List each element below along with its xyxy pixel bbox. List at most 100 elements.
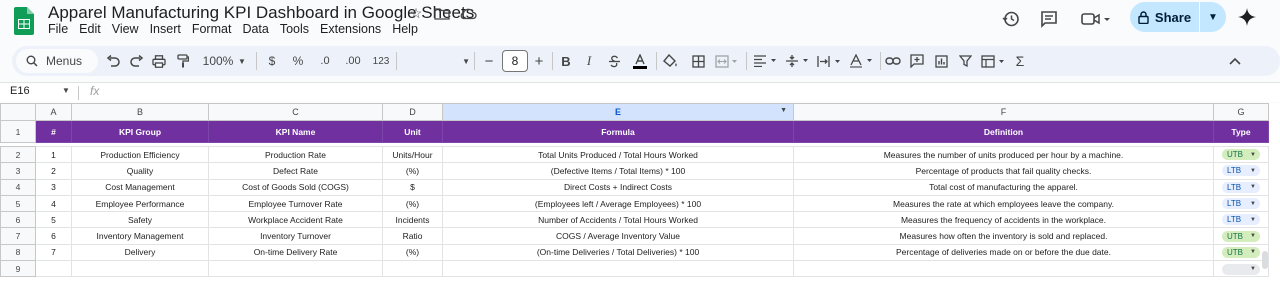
cell-kpi-group[interactable]: Employee Performance	[71, 194, 209, 213]
cell-empty[interactable]	[382, 260, 443, 278]
cell-type[interactable]: UTB ▼	[1213, 243, 1269, 262]
cell-kpi-group[interactable]: Safety	[71, 211, 209, 229]
format-percent-button[interactable]: %	[290, 51, 306, 71]
font-size-input[interactable]: 8	[502, 50, 528, 72]
increase-decimal-button[interactable]: .00	[342, 51, 364, 71]
vertical-scrollbar-thumb[interactable]	[1262, 251, 1268, 269]
cell-empty[interactable]	[442, 260, 794, 278]
column-header-g[interactable]: G	[1213, 103, 1269, 121]
cell-kpi-name[interactable]: Inventory Turnover	[208, 227, 383, 245]
row-header-5[interactable]: 5	[0, 194, 36, 213]
cell-definition[interactable]: Percentage of deliveries made on or befo…	[793, 243, 1214, 262]
search-menus-button[interactable]: Menus	[16, 49, 98, 73]
header-cell-unit[interactable]: Unit	[382, 120, 443, 143]
cell-formula[interactable]: Direct Costs + Indirect Costs	[442, 178, 794, 196]
cell-empty[interactable]	[793, 260, 1214, 278]
move-folder-icon[interactable]	[432, 5, 452, 21]
type-dropdown-chip[interactable]: UTB ▼	[1222, 246, 1260, 258]
vertical-align-icon[interactable]	[784, 51, 812, 71]
type-dropdown-chip[interactable]: LTB ▼	[1222, 198, 1260, 210]
row-header-7[interactable]: 7	[0, 227, 36, 245]
row-header-8[interactable]: 8	[0, 243, 36, 262]
paint-format-icon[interactable]	[174, 51, 192, 71]
type-dropdown-chip[interactable]: UTB ▼	[1222, 230, 1260, 242]
column-header-f[interactable]: F	[793, 103, 1214, 121]
cell-kpi-name[interactable]: Workplace Accident Rate	[208, 211, 383, 229]
cell-number[interactable]: 5	[35, 211, 72, 229]
cell-unit[interactable]: Ratio	[382, 227, 443, 245]
menu-view[interactable]: View	[112, 22, 144, 36]
increase-font-size-button[interactable]: +	[532, 51, 546, 71]
filter-icon[interactable]	[956, 51, 974, 71]
text-rotation-icon[interactable]	[848, 51, 876, 71]
column-header-e[interactable]: E ▼	[442, 103, 794, 121]
filter-views-icon[interactable]	[980, 51, 1008, 71]
cell-formula[interactable]: (Defective Items / Total Items) * 100	[442, 162, 794, 180]
cell-type[interactable]: UTB ▼	[1213, 227, 1269, 245]
fill-color-icon[interactable]	[662, 51, 678, 71]
share-button[interactable]: Share ▼	[1130, 2, 1226, 32]
cell-kpi-name[interactable]: Production Rate	[208, 145, 383, 164]
cell-formula[interactable]: (Employees left / Average Employees) * 1…	[442, 194, 794, 213]
cell-number[interactable]: 3	[35, 178, 72, 196]
font-family-select[interactable]: ▼	[400, 51, 470, 71]
zoom-caret-icon[interactable]: ▼	[236, 51, 248, 71]
menu-insert[interactable]: Insert	[150, 22, 186, 36]
row-header-2[interactable]: 2	[0, 145, 36, 164]
redo-icon[interactable]	[128, 51, 146, 71]
cell-definition[interactable]: Measures how often the inventory is sold…	[793, 227, 1214, 245]
cell-number[interactable]: 4	[35, 194, 72, 213]
cell-empty[interactable]	[208, 260, 383, 278]
cell-kpi-name[interactable]: Employee Turnover Rate	[208, 194, 383, 213]
cell-kpi-group[interactable]: Quality	[71, 162, 209, 180]
insert-link-icon[interactable]	[884, 51, 902, 71]
cell-kpi-group[interactable]: Delivery	[71, 243, 209, 262]
menu-file[interactable]: File	[48, 22, 73, 36]
column-menu-caret-icon[interactable]: ▼	[780, 107, 787, 114]
cell-unit[interactable]: $	[382, 178, 443, 196]
cell-kpi-group[interactable]: Production Efficiency	[71, 145, 209, 164]
borders-icon[interactable]	[690, 51, 706, 71]
type-dropdown-chip[interactable]: ▼	[1222, 263, 1260, 275]
cell-definition[interactable]: Measures the frequency of accidents in t…	[793, 211, 1214, 229]
cell-unit[interactable]: Units/Hour	[382, 145, 443, 164]
cell-kpi-name[interactable]: Defect Rate	[208, 162, 383, 180]
column-header-b[interactable]: B	[71, 103, 209, 121]
header-cell-number[interactable]: #	[35, 120, 72, 143]
horizontal-align-icon[interactable]	[752, 51, 780, 71]
row-header-4[interactable]: 4	[0, 178, 36, 196]
gemini-sparkle-icon[interactable]	[1238, 8, 1256, 26]
sheets-logo-icon[interactable]	[14, 7, 34, 35]
select-all-corner[interactable]	[0, 103, 36, 121]
print-icon[interactable]	[150, 51, 168, 71]
share-options-caret-icon[interactable]: ▼	[1200, 12, 1226, 23]
column-header-a[interactable]: A	[35, 103, 72, 121]
star-icon[interactable]: ☆	[406, 5, 426, 21]
decrease-font-size-button[interactable]: −	[482, 51, 496, 71]
cell-kpi-group[interactable]: Inventory Management	[71, 227, 209, 245]
cell-type[interactable]: UTB ▼	[1213, 145, 1269, 164]
header-cell-kpi-name[interactable]: KPI Name	[208, 120, 383, 143]
meet-icon[interactable]	[1080, 9, 1112, 29]
name-box-caret-icon[interactable]: ▼	[62, 86, 70, 95]
text-wrapping-icon[interactable]	[816, 51, 844, 71]
row-header-6[interactable]: 6	[0, 211, 36, 229]
cell-kpi-name[interactable]: On-time Delivery Rate	[208, 243, 383, 262]
header-cell-type[interactable]: Type	[1213, 120, 1269, 143]
header-cell-definition[interactable]: Definition	[793, 120, 1214, 143]
format-currency-button[interactable]: $	[264, 51, 280, 71]
cell-unit[interactable]: Incidents	[382, 211, 443, 229]
zoom-select[interactable]: 100%	[200, 51, 236, 71]
collapse-toolbar-icon[interactable]	[1226, 51, 1244, 71]
cell-number[interactable]: 1	[35, 145, 72, 164]
cell-definition[interactable]: Measures the rate at which employees lea…	[793, 194, 1214, 213]
name-box[interactable]: E16	[10, 85, 30, 97]
decrease-decimal-button[interactable]: .0	[316, 51, 334, 71]
menu-help[interactable]: Help	[392, 22, 423, 36]
cell-formula[interactable]: COGS / Average Inventory Value	[442, 227, 794, 245]
cell-kpi-group[interactable]: Cost Management	[71, 178, 209, 196]
cell-type[interactable]: LTB ▼	[1213, 194, 1269, 213]
type-dropdown-chip[interactable]: LTB ▼	[1222, 165, 1260, 177]
cell-type[interactable]: LTB ▼	[1213, 211, 1269, 229]
comments-icon[interactable]	[1038, 9, 1060, 29]
